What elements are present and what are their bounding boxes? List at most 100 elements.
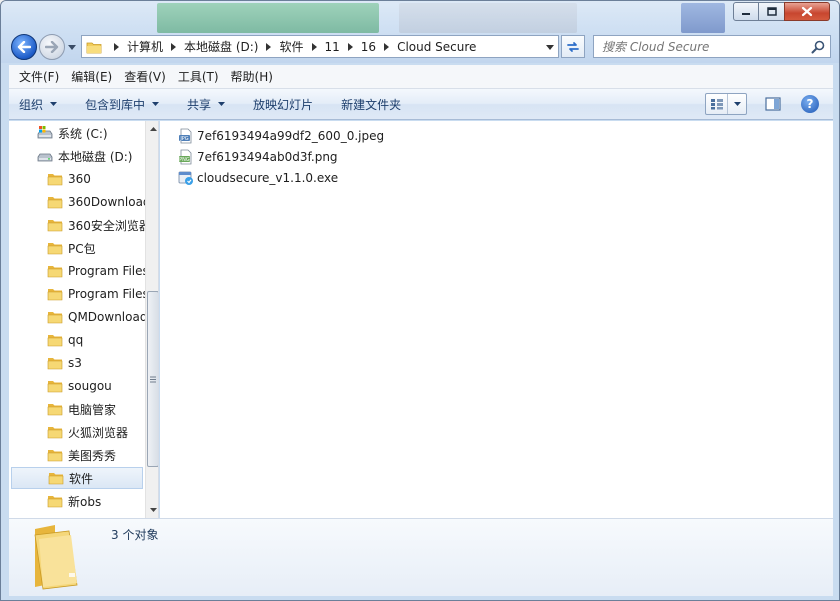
- chevron-down-icon: [546, 44, 554, 50]
- help-button[interactable]: ?: [801, 95, 819, 113]
- sidebar-item-label: 美图秀秀: [68, 448, 117, 463]
- refresh-icon: [567, 41, 579, 52]
- breadcrumb-software[interactable]: 软件: [279, 38, 303, 55]
- file-item[interactable]: JPG 7ef6193494a99df2_600_0.jpeg: [178, 126, 384, 146]
- background-window-ghost: [681, 3, 725, 33]
- organize-label: 组织: [19, 97, 44, 112]
- sidebar-item-label: Program Files: [68, 287, 149, 301]
- folder-icon: [47, 424, 63, 440]
- refresh-button[interactable]: [561, 35, 585, 58]
- breadcrumb-computer[interactable]: 计算机: [127, 38, 163, 55]
- sidebar-item[interactable]: s3: [47, 352, 158, 374]
- navigation-pane: 系统 (C:) 本地磁盘 (D:) 360 360Downloads 360安全浏览器 P…: [9, 121, 159, 518]
- breadcrumb-separator-icon[interactable]: [311, 42, 317, 51]
- scroll-thumb[interactable]: [147, 291, 158, 467]
- breadcrumb-16[interactable]: 16: [361, 40, 376, 54]
- title-bar: 计算机 本地磁盘 (D:) 软件 11 16 Cloud Secure: [1, 1, 839, 63]
- details-pane: 3 个对象: [9, 518, 833, 596]
- folder-icon: [47, 401, 63, 417]
- breadcrumb-drive-d[interactable]: 本地磁盘 (D:): [184, 38, 258, 55]
- sidebar-item[interactable]: 电脑管家: [47, 398, 158, 420]
- menu-tools[interactable]: 工具(T): [172, 68, 225, 85]
- sidebar-item[interactable]: Program Files: [47, 260, 158, 282]
- folder-icon: [47, 217, 63, 233]
- folder-icon: [47, 332, 63, 348]
- sidebar-item[interactable]: 360Downloads: [47, 191, 158, 213]
- search-icon[interactable]: [811, 40, 825, 57]
- scroll-down-button[interactable]: [146, 502, 158, 518]
- preview-pane-button[interactable]: [763, 95, 783, 113]
- sidebar-item[interactable]: qq: [47, 329, 158, 351]
- views-icon[interactable]: [706, 94, 728, 114]
- explorer-window: 计算机 本地磁盘 (D:) 软件 11 16 Cloud Secure 搜索 C…: [0, 0, 840, 601]
- breadcrumb-separator-icon[interactable]: [384, 42, 390, 51]
- slideshow-button[interactable]: 放映幻灯片: [253, 96, 313, 113]
- change-view-button[interactable]: [705, 93, 747, 115]
- back-button[interactable]: [11, 34, 37, 60]
- folder-icon: [47, 194, 63, 210]
- sidebar-item[interactable]: 火狐浏览器: [47, 421, 158, 443]
- breadcrumb-separator-icon[interactable]: [347, 42, 353, 51]
- background-window-ghost: [157, 3, 379, 33]
- share-button[interactable]: 共享: [187, 96, 226, 113]
- search-input[interactable]: [602, 39, 802, 54]
- sidebar-item-label: qq: [68, 333, 84, 347]
- breadcrumb-separator-icon[interactable]: [114, 42, 119, 51]
- sidebar-item[interactable]: 360: [47, 168, 158, 190]
- menu-edit[interactable]: 编辑(E): [65, 68, 118, 85]
- sidebar-item-label: sougou: [68, 379, 112, 393]
- folder-icon: [47, 171, 63, 187]
- new-folder-button[interactable]: 新建文件夹: [341, 96, 401, 113]
- sidebar-item[interactable]: 360安全浏览器: [47, 214, 158, 236]
- sidebar-item[interactable]: 新obs: [47, 490, 158, 512]
- include-in-library-label: 包含到库中: [85, 97, 146, 112]
- views-dropdown[interactable]: [728, 94, 746, 114]
- sidebar-item[interactable]: sougou: [47, 375, 158, 397]
- sidebar-item[interactable]: PC包: [47, 237, 158, 259]
- chevron-up-icon: [149, 127, 157, 131]
- maximize-button[interactable]: [758, 2, 785, 21]
- sidebar-item-label: 本地磁盘 (D:): [58, 149, 133, 164]
- search-box[interactable]: [593, 35, 831, 58]
- sidebar-item-label: 360安全浏览器: [68, 218, 151, 233]
- chevron-down-icon: [733, 102, 741, 106]
- menu-view[interactable]: 查看(V): [118, 68, 172, 85]
- file-item[interactable]: PNG 7ef6193494ab0d3f.png: [178, 147, 338, 167]
- breadcrumb-11[interactable]: 11: [325, 40, 340, 54]
- breadcrumb-separator-icon[interactable]: [266, 42, 272, 51]
- close-button[interactable]: [784, 2, 830, 21]
- preview-pane-icon: [765, 97, 781, 111]
- sidebar-item[interactable]: Program Files: [47, 283, 158, 305]
- svg-text:JPG: JPG: [179, 136, 188, 142]
- sidebar-item[interactable]: QMDownload: [47, 306, 158, 328]
- menu-help[interactable]: 帮助(H): [225, 68, 279, 85]
- nav-scrollbar[interactable]: [145, 121, 158, 518]
- chevron-down-icon: [68, 44, 76, 50]
- sidebar-item[interactable]: 系统 (C:): [37, 122, 158, 144]
- drive-icon: [37, 148, 53, 164]
- sidebar-item-label: PC包: [68, 241, 96, 256]
- file-item[interactable]: cloudsecure_v1.1.0.exe: [178, 168, 338, 188]
- sidebar-item[interactable]: 美图秀秀: [47, 444, 158, 466]
- recent-pages-dropdown[interactable]: [67, 41, 77, 53]
- folder-icon: [47, 378, 63, 394]
- organize-button[interactable]: 组织: [19, 96, 58, 113]
- breadcrumb-separator-icon[interactable]: [171, 42, 177, 51]
- chevron-down-icon: [152, 102, 160, 106]
- png-file-icon: PNG: [178, 149, 194, 165]
- scroll-up-button[interactable]: [146, 121, 158, 137]
- sidebar-item[interactable]: 本地磁盘 (D:): [37, 145, 158, 167]
- address-folder-icon: [86, 40, 102, 54]
- sidebar-item[interactable]: 软件: [11, 467, 143, 489]
- jpeg-file-icon: JPG: [178, 128, 194, 144]
- folder-icon: [47, 263, 63, 279]
- address-dropdown[interactable]: [544, 40, 556, 54]
- breadcrumb-cloud-secure[interactable]: Cloud Secure: [397, 40, 476, 54]
- include-in-library-button[interactable]: 包含到库中: [85, 96, 160, 113]
- forward-button[interactable]: [39, 34, 65, 60]
- menu-file[interactable]: 文件(F): [13, 68, 65, 85]
- sidebar-item-label: 电脑管家: [68, 402, 117, 417]
- arrow-left-icon: [17, 41, 31, 53]
- minimize-button[interactable]: [733, 2, 759, 21]
- address-bar[interactable]: 计算机 本地磁盘 (D:) 软件 11 16 Cloud Secure: [81, 35, 559, 58]
